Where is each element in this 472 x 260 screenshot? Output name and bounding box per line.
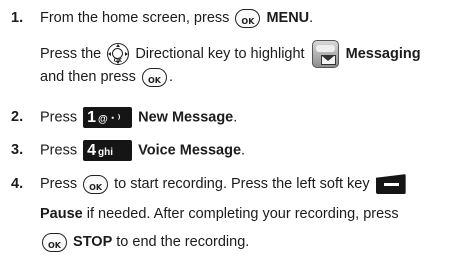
step-number: 2. [11, 109, 24, 125]
step-1-line-1: From the home screen, press OK MENU. [40, 8, 314, 28]
step-1-line-2: Press the OK Directional key to highligh… [40, 40, 421, 68]
step-number: 1. [11, 10, 24, 26]
step-4-line-2: Pause if needed. After completing your r… [40, 206, 399, 222]
step-4-line-1: Press OK to start recording. Press the l… [40, 174, 408, 195]
step-number: 3. [11, 142, 24, 158]
left-soft-key-icon [375, 174, 406, 195]
key-1-icon: 1 @ ⠂⁾ [83, 107, 133, 128]
ok-key-icon: OK [42, 232, 67, 252]
step-2-line-1: Press 1 @ ⠂⁾ New Message. [40, 107, 238, 128]
key-4-icon: 4 ghi [83, 140, 133, 161]
messaging-icon [311, 40, 339, 68]
ok-key-icon: OK [83, 174, 109, 194]
step-number: 4. [11, 176, 24, 192]
step-1-line-3: and then press OK. [40, 67, 173, 87]
step-4-line-3: OK STOP to end the recording. [40, 232, 249, 252]
ok-key-icon: OK [235, 8, 261, 28]
step-3-line-1: Press 4 ghi Voice Message. [40, 140, 246, 161]
ok-key-icon: OK [141, 67, 167, 87]
instruction-list: 1. From the home screen, press OK MENU. … [0, 0, 472, 260]
directional-key-icon: OK [107, 43, 130, 65]
